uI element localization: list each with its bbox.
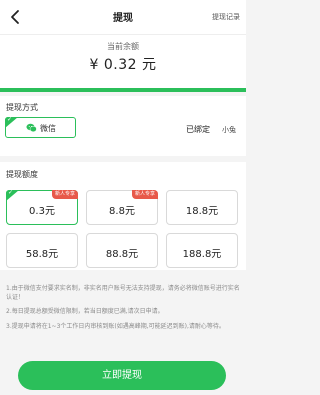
payment-section-title: 提现方式 [6,103,38,112]
bind-status: 已绑定 [186,125,210,134]
balance-amount: ¥ 0.32 元 [89,57,157,73]
payment-method-section: 提现方式 ✓ 微信 已绑定 小兔 [0,96,246,156]
amount-option-188.8[interactable]: 188.8元 [166,233,238,268]
amount-option-8.8[interactable]: 新人专享 8.8元 [86,190,158,225]
accent-divider [0,88,246,92]
amount-value: 188.8元 [182,249,222,260]
check-icon: ✓ [8,189,14,196]
account-nickname: 小兔 [222,126,236,134]
amount-value: 58.8元 [25,249,59,260]
new-user-tag: 新人专享 [51,190,78,199]
amount-value: 18.8元 [185,206,219,217]
withdraw-button[interactable]: 立即提现 [18,361,226,390]
amount-section: 提现额度 ✓ 新人专享 0.3元 新人专享 8.8元 18.8元 58.8元 8… [0,162,246,270]
amount-value: 0.3元 [29,206,55,217]
note-item: 1.由于微信支付要求实名制，非实名用户账号无法支持提现，请务必将微信账号进行实名… [6,285,240,301]
withdraw-history-link[interactable]: 提现记录 [212,12,240,22]
page-title: 提现 [113,13,133,24]
amount-value: 8.8元 [109,206,135,217]
note-item: 2.每日提现总额受微信限制，若当日额度已满,请次日申请。 [6,308,164,315]
header: 提现 提现记录 [0,0,246,34]
amount-option-18.8[interactable]: 18.8元 [166,190,238,225]
wechat-icon [26,123,37,132]
amount-option-0.3[interactable]: ✓ 新人专享 0.3元 [6,189,78,225]
withdraw-notes: 1.由于微信支付要求实名制，非实名用户账号无法支持提现，请务必将微信账号进行实名… [6,285,242,337]
wechat-method-option[interactable]: ✓ 微信 [5,116,76,138]
new-user-tag: 新人专享 [131,190,158,199]
amount-option-88.8[interactable]: 88.8元 [86,233,158,268]
amount-section-title: 提现额度 [6,170,38,179]
note-item: 3.提现申请将在1~3个工作日内审核到账(如遇高峰期,可能延迟到账),请耐心等待… [6,322,225,330]
check-icon: ✓ [7,116,13,123]
amount-value: 88.8元 [105,249,139,260]
balance-panel: 当前余额 ¥ 0.32 元 [0,34,246,88]
payment-method-name: 微信 [40,124,56,133]
balance-label: 当前余额 [107,42,139,51]
amount-option-58.8[interactable]: 58.8元 [6,233,78,268]
